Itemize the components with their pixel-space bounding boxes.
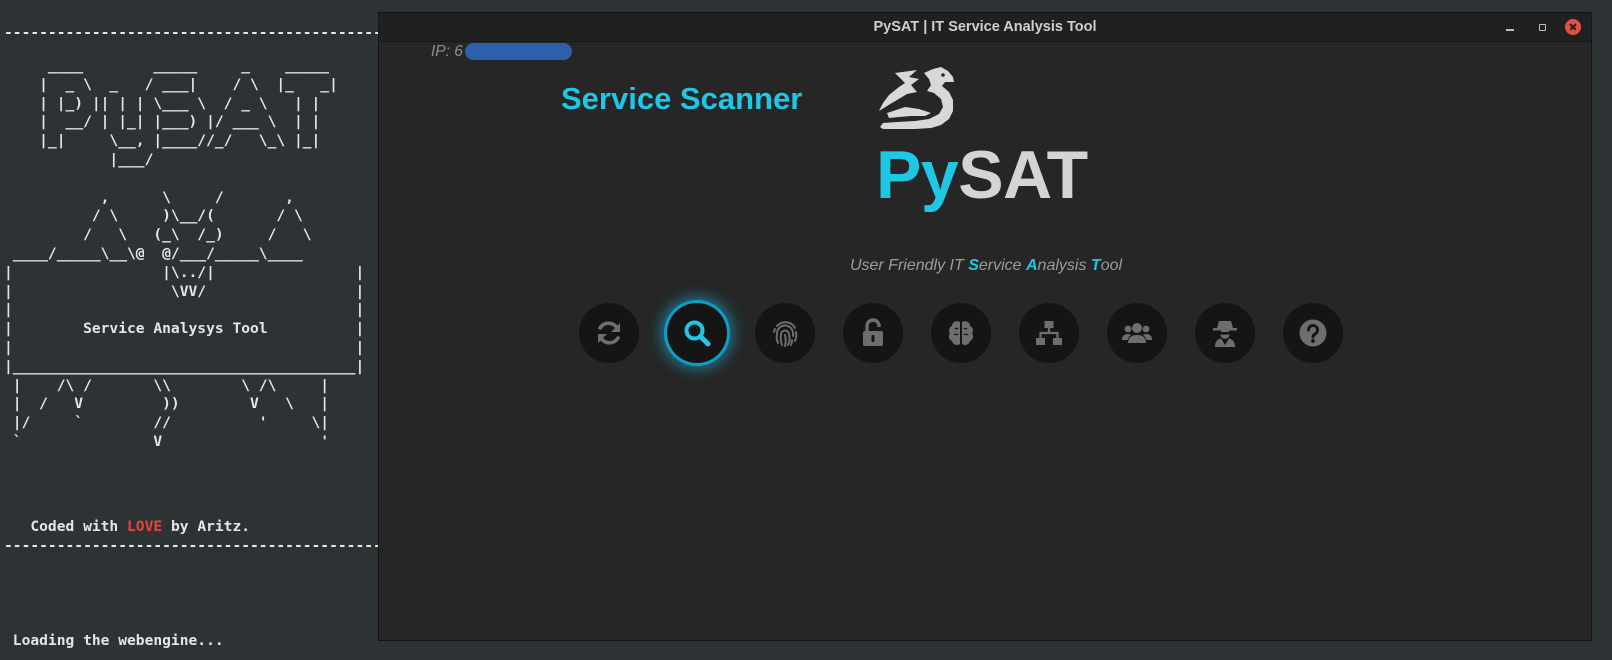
tagline-part: User Friendly IT bbox=[849, 257, 969, 274]
tool-button-fingerprint[interactable] bbox=[755, 303, 815, 363]
close-button[interactable] bbox=[1565, 19, 1581, 35]
terminal-rule-bottom: ----------------------------------------… bbox=[4, 537, 382, 554]
tagline-highlight-s: S bbox=[968, 257, 979, 274]
brand-name: PySAT bbox=[876, 135, 1088, 215]
tool-button-brain[interactable] bbox=[931, 303, 991, 363]
tool-button-network[interactable] bbox=[1019, 303, 1079, 363]
window-titlebar[interactable]: PySAT | IT Service Analysis Tool bbox=[379, 13, 1591, 42]
tagline-part: nalysis bbox=[1037, 257, 1091, 274]
tool-button-help[interactable] bbox=[1283, 303, 1343, 363]
maximize-button[interactable] bbox=[1534, 19, 1550, 35]
terminal-panel: ----------------------------------------… bbox=[0, 0, 382, 660]
tool-button-users[interactable] bbox=[1107, 303, 1167, 363]
coded-by-line: Coded with LOVE by Aritz. bbox=[4, 518, 250, 537]
fingerprint-icon bbox=[773, 321, 798, 347]
coded-prefix: Coded with bbox=[4, 518, 128, 535]
tagline-highlight-a: A bbox=[1025, 257, 1038, 274]
help-icon bbox=[1299, 319, 1327, 347]
tagline-highlight-t: T bbox=[1090, 257, 1101, 274]
network-icon bbox=[1036, 321, 1062, 345]
users-icon bbox=[1122, 323, 1152, 343]
coded-suffix: by Aritz. bbox=[162, 518, 251, 535]
brand-sat: SAT bbox=[958, 137, 1088, 213]
brain-icon bbox=[948, 321, 974, 345]
section-title: Service Scanner bbox=[561, 81, 803, 116]
dragon-logo-icon bbox=[879, 67, 954, 129]
ascii-art-banner: ____ _____ _ _____ | _ \ _ / ___| / \ |_… bbox=[4, 57, 365, 450]
ip-value: 6 bbox=[454, 43, 463, 60]
minimize-button[interactable] bbox=[1502, 19, 1518, 35]
brand-py: Py bbox=[876, 137, 959, 213]
tool-button-spy[interactable] bbox=[1195, 303, 1255, 363]
search-icon bbox=[684, 320, 711, 347]
spy-icon bbox=[1213, 321, 1237, 347]
terminal-rule-top: ----------------------------------------… bbox=[4, 24, 382, 41]
loading-status: Loading the webengine... bbox=[4, 632, 224, 649]
ip-label: IP: bbox=[431, 43, 455, 60]
ip-redaction-mark bbox=[464, 43, 572, 61]
sync-icon bbox=[598, 321, 620, 345]
window-title: PySAT | IT Service Analysis Tool bbox=[873, 19, 1097, 35]
tool-button-unlock[interactable] bbox=[843, 303, 903, 363]
ip-display: IP: 6 bbox=[431, 43, 572, 61]
tool-button-sync[interactable] bbox=[579, 303, 639, 363]
tagline: User Friendly IT Service Analysis Tool bbox=[379, 257, 1593, 275]
tool-button-search[interactable] bbox=[667, 303, 727, 363]
tagline-part: ool bbox=[1100, 257, 1123, 274]
unlock-icon bbox=[863, 318, 883, 346]
love-text: LOVE bbox=[127, 518, 163, 535]
app-window: PySAT | IT Service Analysis Tool IP: 6 S… bbox=[378, 12, 1592, 641]
tagline-part: ervice bbox=[978, 257, 1026, 274]
